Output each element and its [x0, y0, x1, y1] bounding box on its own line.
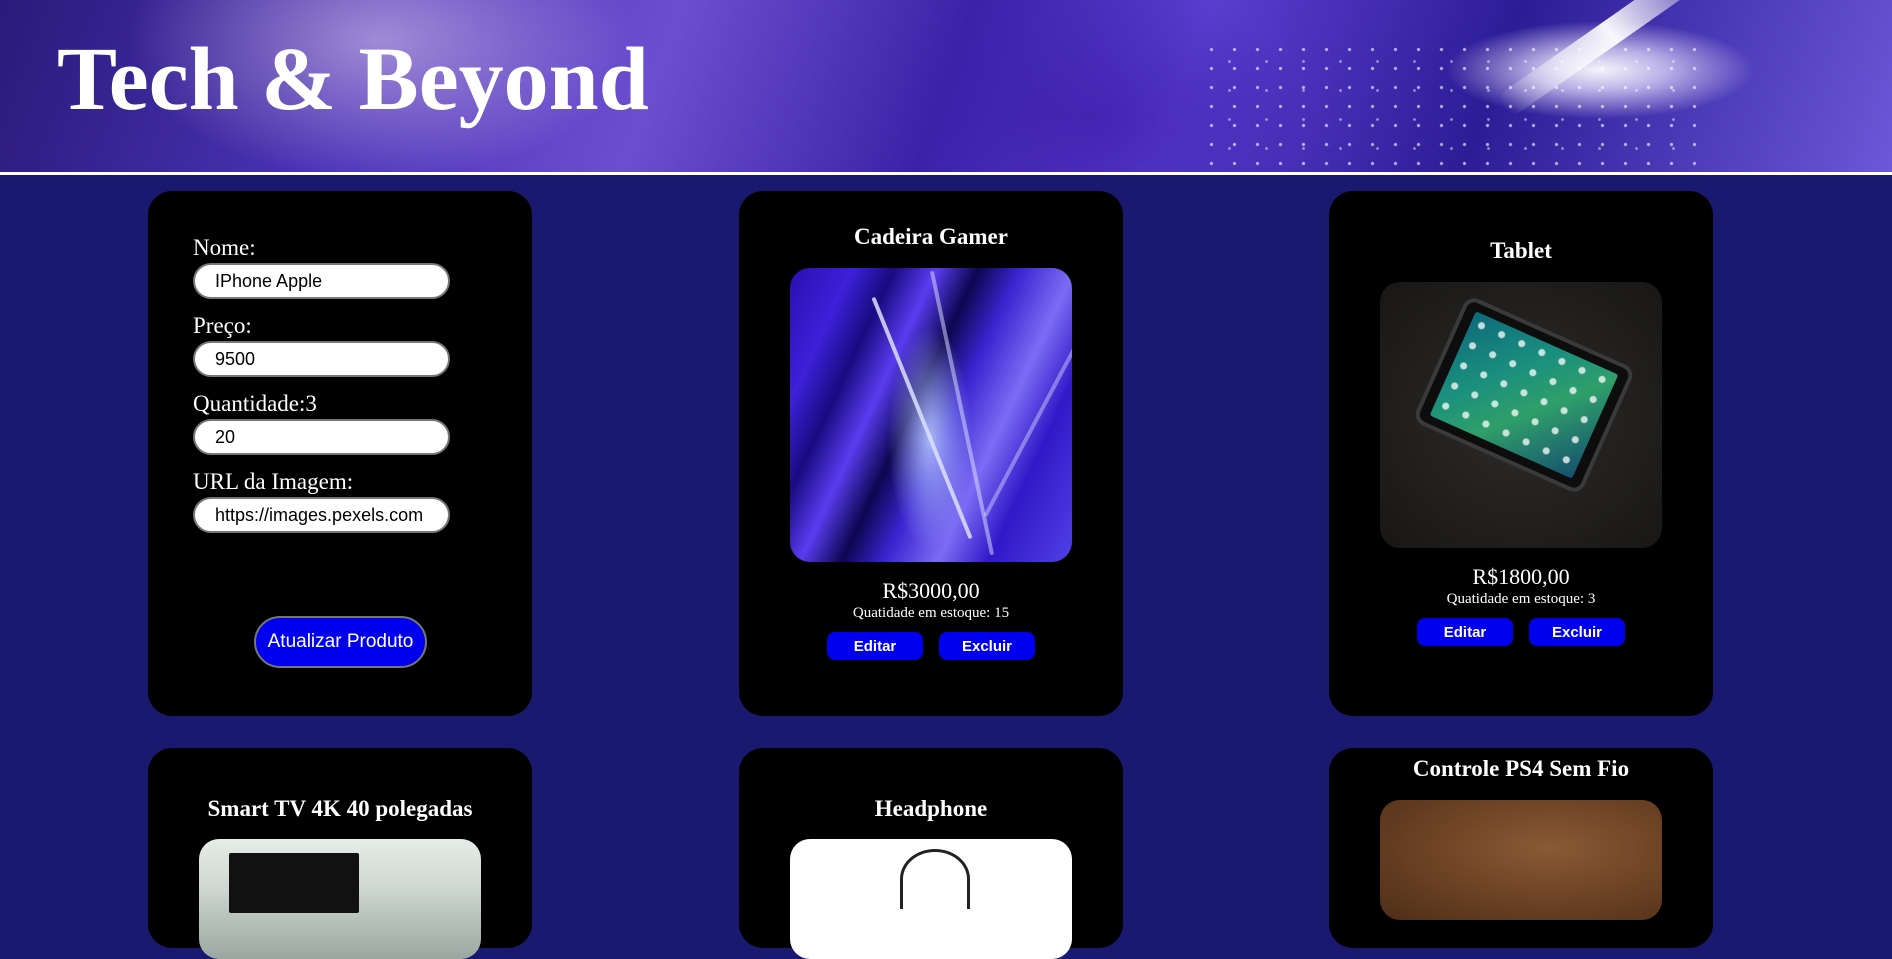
product-title: Headphone	[874, 796, 988, 821]
product-card: Tablet R$1800,00 Quatidade em estoque: 3…	[1329, 191, 1713, 716]
product-title: Controle PS4 Sem Fio	[1412, 756, 1630, 781]
product-card: Cadeira Gamer R$3000,00 Quatidade em est…	[739, 191, 1123, 716]
header-divider	[0, 172, 1892, 175]
header-banner: Tech & Beyond	[0, 0, 1892, 172]
image-highlight	[983, 338, 1072, 518]
tablet-device	[1411, 294, 1637, 496]
product-price: R$1800,00	[1472, 564, 1570, 589]
tv-screen	[229, 853, 359, 913]
product-image	[1380, 800, 1662, 920]
image-url-label: URL da Imagem:	[193, 469, 354, 494]
product-card: Smart TV 4K 40 polegadas	[148, 748, 532, 959]
headphone-band	[900, 849, 970, 909]
edit-button[interactable]: Editar	[827, 632, 923, 660]
name-label: Nome:	[193, 235, 256, 260]
name-input[interactable]	[193, 263, 450, 299]
banner-sparkles	[1200, 40, 1700, 170]
product-stock: Quatidade em estoque: 15	[852, 605, 1010, 621]
quantity-label: Quantidade:3	[193, 391, 317, 416]
site-title: Tech & Beyond	[57, 30, 649, 129]
product-image	[790, 268, 1072, 562]
product-image	[790, 839, 1072, 959]
product-title: Smart TV 4K 40 polegadas	[207, 796, 473, 821]
update-product-button[interactable]: Atualizar Produto	[254, 616, 427, 668]
product-card: Headphone	[739, 748, 1123, 959]
product-price: R$3000,00	[882, 578, 980, 603]
product-title: Cadeira Gamer	[854, 224, 1008, 249]
quantity-input[interactable]	[193, 419, 450, 455]
product-image	[199, 839, 481, 959]
edit-button[interactable]: Editar	[1417, 618, 1513, 646]
edit-product-form-card: Nome: Preço: Quantidade:3 URL da Imagem:…	[148, 191, 532, 716]
price-label: Preço:	[193, 313, 252, 338]
product-title: Tablet	[1490, 238, 1552, 263]
tablet-screen	[1429, 311, 1619, 479]
image-url-input[interactable]	[193, 497, 450, 533]
delete-button[interactable]: Excluir	[1529, 618, 1625, 646]
delete-button[interactable]: Excluir	[939, 632, 1035, 660]
product-card: Controle PS4 Sem Fio	[1329, 748, 1713, 948]
image-highlight	[871, 296, 973, 540]
price-input[interactable]	[193, 341, 450, 377]
product-stock: Quatidade em estoque: 3	[1446, 591, 1596, 607]
product-image	[1380, 282, 1662, 548]
